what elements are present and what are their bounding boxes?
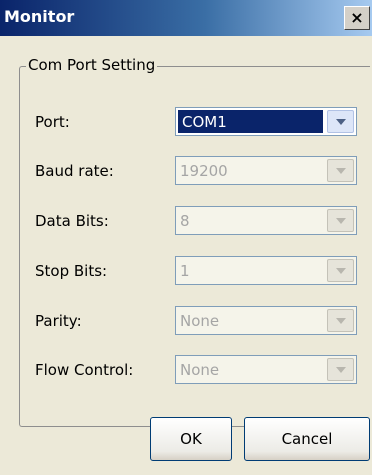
chevron-down-icon [336,218,346,224]
port-select[interactable]: COM1 [175,107,357,136]
parity-select[interactable]: None [175,306,357,335]
stop-bits-label: Stop Bits: [35,262,108,280]
chevron-down-icon [336,119,346,125]
title-bar[interactable]: Monitor × [0,0,372,36]
stop-bits-select[interactable]: 1 [175,256,357,285]
port-label: Port: [35,113,70,131]
port-value: COM1 [182,113,227,131]
data-bits-label: Data Bits: [35,212,109,230]
flow-control-label: Flow Control: [35,361,134,379]
baud-rate-value: 19200 [180,162,228,180]
dialog-client-area: Com Port Setting Port: COM1 Baud rate: 1… [0,36,372,475]
chevron-down-icon [336,318,346,324]
baud-rate-label: Baud rate: [35,162,114,180]
close-icon: × [350,8,364,27]
stop-bits-dropdown-button[interactable] [327,259,354,282]
monitor-dialog: Monitor × Com Port Setting Port: COM1 Ba… [0,0,372,475]
ok-button[interactable]: OK [150,417,232,461]
data-bits-select[interactable]: 8 [175,206,357,235]
parity-label: Parity: [35,312,82,330]
window-title: Monitor [4,7,75,26]
baud-rate-select[interactable]: 19200 [175,156,357,185]
flow-control-select[interactable]: None [175,355,357,384]
flow-control-value: None [180,361,220,379]
port-dropdown-button[interactable] [327,110,354,133]
cancel-button[interactable]: Cancel [244,417,370,461]
group-legend: Com Port Setting [26,55,158,75]
parity-value: None [180,312,220,330]
flow-control-dropdown-button[interactable] [327,358,354,381]
chevron-down-icon [336,367,346,373]
parity-dropdown-button[interactable] [327,309,354,332]
chevron-down-icon [336,168,346,174]
stop-bits-value: 1 [180,262,190,280]
baud-rate-dropdown-button[interactable] [327,159,354,182]
data-bits-dropdown-button[interactable] [327,209,354,232]
chevron-down-icon [336,268,346,274]
data-bits-value: 8 [180,212,190,230]
close-button[interactable]: × [344,6,370,30]
